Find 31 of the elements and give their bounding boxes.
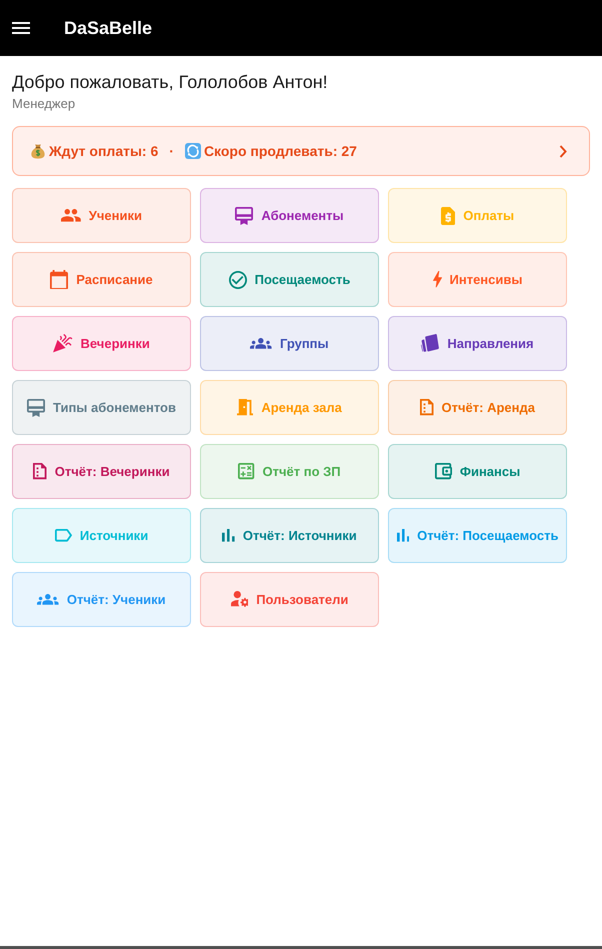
- section-button[interactable]: Пользователи: [200, 572, 379, 627]
- section-button[interactable]: Отчёт по ЗП: [200, 444, 379, 499]
- section-button[interactable]: Типы абонементов: [12, 380, 191, 435]
- alert-text: Скоро продлевать: 27: [204, 143, 357, 159]
- section-button[interactable]: Оплаты: [388, 188, 567, 243]
- section-button[interactable]: Посещаемость: [200, 252, 379, 307]
- section-button[interactable]: Отчёт: Аренда: [388, 380, 567, 435]
- section-button[interactable]: Аренда зала: [200, 380, 379, 435]
- section-button[interactable]: Абонементы: [200, 188, 379, 243]
- section-button[interactable]: Отчёт: Посещаемость: [388, 508, 567, 563]
- section-button[interactable]: Ученики: [12, 188, 191, 243]
- section-button[interactable]: Направления: [388, 316, 567, 371]
- section-button[interactable]: Группы: [200, 316, 379, 371]
- app-title: DaSaBelle: [64, 17, 152, 40]
- separator-dot: ·: [169, 143, 174, 159]
- section-button[interactable]: Отчёт: Ученики: [12, 572, 191, 627]
- money-bag-icon: [30, 143, 46, 159]
- section-button[interactable]: Расписание: [12, 252, 191, 307]
- user-role: Менеджер: [12, 95, 76, 113]
- chevron-right-icon: [559, 144, 567, 158]
- section-button[interactable]: Источники: [12, 508, 191, 563]
- menu-icon[interactable]: [12, 22, 30, 34]
- section-button[interactable]: Интенсивы: [388, 252, 567, 307]
- alert-text: Ждут оплаты: 6: [49, 143, 158, 159]
- section-button[interactable]: Отчёт: Вечеринки: [12, 444, 191, 499]
- welcome-title: Добро пожаловать, Гололобов Антон!: [12, 71, 329, 94]
- section-button[interactable]: Отчёт: Источники: [200, 508, 379, 563]
- section-button[interactable]: Финансы: [388, 444, 567, 499]
- alert-banner[interactable]: Ждут оплаты: 6 · Скоро продлевать: 27: [12, 126, 590, 176]
- refresh-icon: [184, 143, 201, 159]
- section-button[interactable]: Вечеринки: [12, 316, 191, 371]
